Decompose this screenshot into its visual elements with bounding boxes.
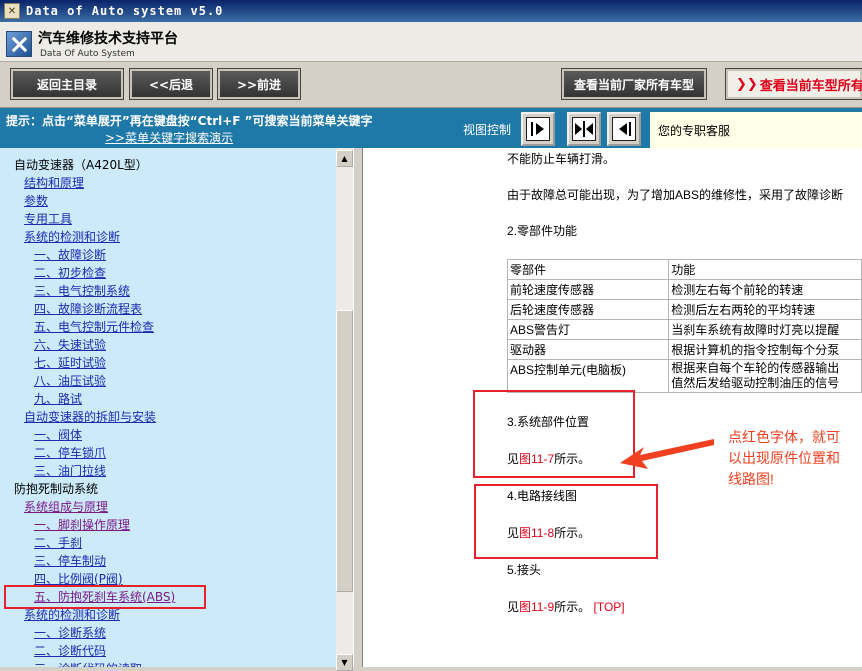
home-button[interactable]: 返回主目录	[10, 68, 124, 100]
table-row: 后轮速度传感器 检测后左右两轮的平均转速	[506, 299, 862, 320]
scroll-up-icon[interactable]: ▲	[336, 150, 353, 167]
scroll-thumb[interactable]	[336, 310, 353, 592]
tree-item-link[interactable]: 专用工具	[24, 210, 72, 227]
annotation-arrow-icon	[620, 439, 714, 469]
annotation-line: 以出现原件位置和	[728, 450, 840, 466]
tree-item-link[interactable]: 参数	[24, 192, 48, 209]
table-cell: ABS警告灯	[506, 319, 670, 340]
tree-item-link[interactable]: 二、停车锁爪	[34, 444, 106, 461]
app-title: 汽车维修技术支持平台	[38, 31, 178, 47]
tree-item-link[interactable]: 一、故障诊断	[34, 246, 106, 263]
tree-item-link[interactable]: 八、油压试验	[34, 372, 106, 389]
content-pane: 不能防止车辆打滑。 由于故障总可能出现，为了增加ABS的维修性，采用了故障诊断 …	[363, 148, 862, 667]
split-arrows-icon	[572, 117, 596, 141]
arrow-right-icon	[526, 117, 550, 141]
tree-item-link[interactable]: 二、初步检查	[34, 264, 106, 281]
section-5-reference: 见图11-9所示。 [TOP]	[507, 598, 625, 615]
back-button[interactable]: <<后退	[129, 68, 213, 100]
annotation-line: 点红色字体，就可	[728, 429, 840, 445]
annotation-text: 点红色字体，就可 以出现原件位置和 线路图!	[728, 427, 840, 490]
table-row: ABS警告灯 当刹车系统有故障时灯亮以提醒	[506, 319, 862, 340]
app-icon: ✕	[4, 3, 20, 19]
see-label: 见	[507, 600, 520, 614]
content-line-2: 由于故障总可能出现，为了增加ABS的维修性，采用了故障诊断	[507, 188, 844, 202]
table-header-cell: 功能	[668, 259, 862, 280]
current-model-label: 查看当前车型所有	[759, 78, 862, 94]
table-row: 驱动器 根据计算机的指令控制每个分泵	[506, 339, 862, 360]
annotation-box-location	[473, 390, 635, 478]
view-expand-right-button[interactable]	[607, 112, 641, 146]
top-link[interactable]: [TOP]	[594, 600, 625, 614]
tree-item-link[interactable]: 六、失速试验	[34, 336, 106, 353]
table-cell: 当刹车系统有故障时灯亮以提醒	[668, 319, 862, 340]
tree-item-link[interactable]: 三、诊断代码的读取	[34, 660, 142, 667]
tree-item-link[interactable]: 三、油门拉线	[34, 462, 106, 479]
tree-item-link[interactable]: 二、诊断代码	[34, 642, 106, 659]
double-chevron-icon: ❯❯	[736, 76, 758, 92]
window-title-bar: ✕ Data of Auto system v5.0	[0, 0, 862, 22]
table-header-cell: 零部件	[506, 259, 670, 280]
tree-category: 防抱死制动系统	[14, 482, 99, 496]
table-row: ABS控制单元(电脑板) 根据来自每个车轮的传感器输出 值然后发给驱动控制油压的…	[506, 359, 862, 393]
tree-item-link[interactable]: 系统组成与原理	[24, 498, 108, 515]
shown-label: 所示。	[554, 600, 591, 614]
table-cell: 根据来自每个车轮的传感器输出 值然后发给驱动控制油压的信号	[668, 359, 862, 393]
current-model-button[interactable]: ❯❯ 查看当前车型所有	[725, 68, 862, 100]
parts-function-table: 零部件 功能 前轮速度传感器 检测左右每个前轮的转速 后轮速度传感器 检测后左右…	[506, 259, 862, 393]
table-cell: 后轮速度传感器	[506, 299, 670, 320]
table-cell: 前轮速度传感器	[506, 279, 670, 300]
table-header-row: 零部件 功能	[506, 259, 862, 280]
tree-item-link[interactable]: 五、电气控制元件检查	[34, 318, 154, 335]
table-row: 前轮速度传感器 检测左右每个前轮的转速	[506, 279, 862, 300]
table-cell: 驱动器	[506, 339, 670, 360]
content-line-1: 不能防止车辆打滑。	[507, 152, 616, 166]
table-cell: ABS控制单元(电脑板)	[506, 359, 670, 393]
app-banner: 汽车维修技术支持平台 Data Of Auto System	[0, 22, 862, 62]
window-title: Data of Auto system v5.0	[26, 4, 224, 18]
tree-category: 自动变速器（A420L型）	[14, 158, 148, 172]
view-expand-left-button[interactable]	[521, 112, 555, 146]
arrow-left-icon	[612, 117, 636, 141]
tree-item-link[interactable]: 一、脚刹操作原理	[34, 516, 130, 533]
tree-item-link[interactable]: 九、路试	[34, 390, 82, 407]
scroll-down-icon[interactable]: ▼	[336, 654, 353, 671]
tree-item-link[interactable]: 结构和原理	[24, 174, 84, 191]
tree-item-link[interactable]: 三、停车制动	[34, 552, 106, 569]
tree-item-link[interactable]: 二、手刹	[34, 534, 82, 551]
section-5-heading: 5.接头	[507, 563, 542, 577]
search-demo-link[interactable]: >>菜单关键字搜索演示	[105, 129, 233, 146]
expert-service-panel[interactable]: 您的专职客服	[650, 112, 862, 148]
tree-item-link[interactable]: 系统的检测和诊断	[24, 606, 120, 623]
table-cell: 检测左右每个前轮的转速	[668, 279, 862, 300]
view-split-button[interactable]	[567, 112, 601, 146]
all-models-button[interactable]: 查看当前厂家所有车型	[561, 68, 707, 100]
tree-item-link[interactable]: 七、延时试验	[34, 354, 106, 371]
tree-item-link[interactable]: 四、故障诊断流程表	[34, 300, 142, 317]
menu-tree-panel: 自动变速器（A420L型） 结构和原理 参数 专用工具 系统的检测和诊断 一、故障诊断 二、…	[0, 148, 336, 667]
wrench-logo-icon	[6, 31, 32, 57]
forward-button[interactable]: >>前进	[217, 68, 301, 100]
tree-item-link[interactable]: 一、阀体	[34, 426, 82, 443]
tree-item-link[interactable]: 一、诊断系统	[34, 624, 106, 641]
annotation-box-wiring	[474, 484, 658, 559]
menu-scrollbar[interactable]: ▲ ▼	[336, 148, 353, 671]
tree-item-link[interactable]: 三、电气控制系统	[34, 282, 130, 299]
table-cell: 检测后左右两轮的平均转速	[668, 299, 862, 320]
pane-splitter[interactable]	[353, 148, 363, 667]
tree-item-link[interactable]: 系统的检测和诊断	[24, 228, 120, 245]
figure-11-9-link[interactable]: 图11-9	[519, 600, 554, 614]
section-2-heading: 2.零部件功能	[507, 224, 578, 238]
annotation-line: 线路图!	[728, 471, 774, 487]
search-hint-text: 提示：点击“菜单展开”再在键盘按“Ctrl+F ”可搜索当前菜单关键字	[6, 114, 373, 128]
app-subtitle: Data Of Auto System	[40, 49, 135, 59]
view-control-label: 视图控制	[463, 123, 512, 137]
tree-item-link[interactable]: 自动变速器的拆卸与安装	[24, 408, 156, 425]
table-cell: 根据计算机的指令控制每个分泵	[668, 339, 862, 360]
